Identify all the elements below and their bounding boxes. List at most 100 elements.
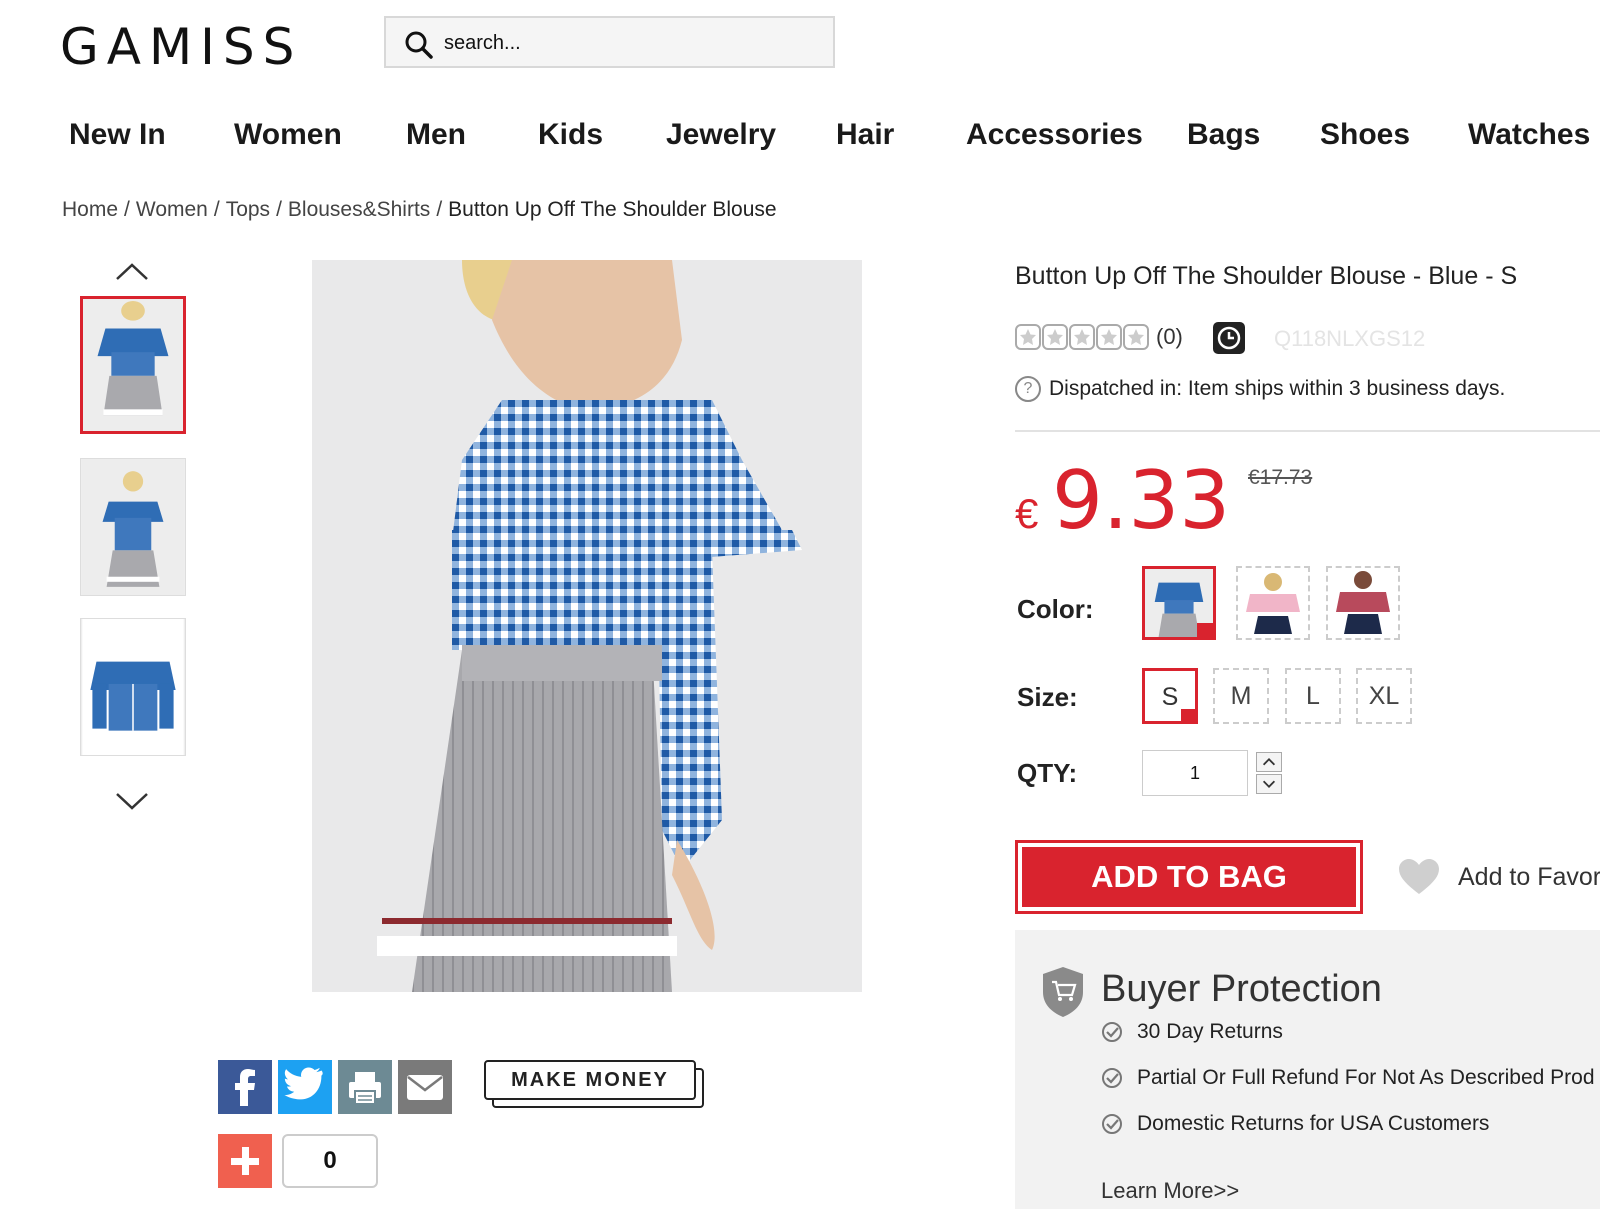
size-option-l[interactable]: L	[1285, 668, 1341, 724]
size-option-label: XL	[1368, 682, 1400, 710]
breadcrumb-separator: /	[276, 198, 282, 221]
breadcrumb-current: Button Up Off The Shoulder Blouse	[448, 198, 777, 221]
thumbnail-image	[82, 459, 184, 595]
add-to-favorites-button[interactable]: Add to Favori	[1398, 858, 1600, 896]
heart-icon	[1399, 859, 1439, 894]
breadcrumb-women[interactable]: Women	[136, 198, 208, 221]
twitter-share-button[interactable]	[278, 1060, 332, 1114]
protection-item-label: Partial Or Full Refund For Not As Descri…	[1137, 1066, 1595, 1089]
color-option-pink[interactable]	[1236, 566, 1310, 640]
product-sku: Q118NLXGS12	[1274, 326, 1426, 351]
nav-item-women[interactable]: Women	[234, 118, 342, 152]
color-option-blue[interactable]	[1142, 566, 1216, 640]
color-swatch-image	[1328, 568, 1398, 638]
nav-item-jewelry[interactable]: Jewelry	[666, 118, 776, 152]
help-icon[interactable]: ?	[1015, 376, 1041, 402]
breadcrumb-tops[interactable]: Tops	[226, 198, 270, 221]
breadcrumb-home[interactable]: Home	[62, 198, 118, 221]
print-icon	[349, 1072, 381, 1105]
email-icon	[407, 1075, 443, 1100]
breadcrumb-blouses-shirts[interactable]: Blouses&Shirts	[288, 198, 430, 221]
thumbnail-image	[82, 619, 184, 755]
breadcrumb-separator: /	[124, 198, 130, 221]
divider	[1015, 430, 1600, 432]
nav-item-accessories[interactable]: Accessories	[966, 118, 1143, 152]
nav-item-kids[interactable]: Kids	[538, 118, 603, 152]
learn-more-link[interactable]: Learn More>>	[1101, 1178, 1239, 1204]
color-swatch-image	[1238, 568, 1308, 638]
product-title: Button Up Off The Shoulder Blouse - Blue…	[1015, 262, 1518, 290]
email-share-button[interactable]	[398, 1060, 452, 1114]
breadcrumb: Home / Women / Tops / Blouses&Shirts / Button Up…	[62, 198, 777, 222]
breadcrumb-separator: /	[213, 198, 220, 221]
facebook-share-button[interactable]	[218, 1060, 272, 1114]
price-currency: €	[1015, 490, 1039, 537]
make-money-button[interactable]: MAKE MONEY	[484, 1060, 704, 1110]
check-circle-icon	[1102, 1068, 1122, 1088]
check-circle-icon	[1102, 1022, 1122, 1042]
make-money-label: MAKE MONEY	[484, 1060, 696, 1100]
dispatch-info: ? Dispatched in: Item ships within 3 bus…	[1015, 376, 1505, 402]
clock-icon	[1213, 322, 1245, 354]
plus-icon	[231, 1147, 259, 1175]
buyer-protection-panel: Buyer Protection 30 Day Returns Partial …	[1015, 930, 1600, 1209]
qty-increase-button[interactable]	[1256, 752, 1282, 772]
protection-item: Domestic Returns for USA Customers	[1101, 1112, 1489, 1136]
sale-price: 9.33	[1052, 454, 1231, 547]
thumb-up-arrow-icon[interactable]	[114, 260, 150, 282]
search-bar[interactable]	[384, 16, 835, 68]
size-option-label: L	[1306, 682, 1320, 710]
facebook-icon	[235, 1069, 255, 1106]
product-photo	[312, 260, 862, 992]
protection-item: 30 Day Returns	[1101, 1020, 1283, 1044]
add-to-favorites-label: Add to Favori	[1458, 862, 1600, 891]
chevron-up-icon	[1262, 758, 1276, 766]
protection-item: Partial Or Full Refund For Not As Descri…	[1101, 1066, 1595, 1090]
add-to-bag-button[interactable]: ADD TO BAG	[1015, 840, 1363, 914]
add-to-bag-label: ADD TO BAG	[1022, 847, 1356, 907]
thumbnail-1[interactable]	[80, 296, 186, 434]
color-option-red[interactable]	[1326, 566, 1400, 640]
rating-count[interactable]: (0)	[1156, 324, 1183, 350]
thumbnail-image	[83, 299, 183, 431]
nav-item-new-in[interactable]: New In	[69, 118, 166, 152]
dispatch-text: Dispatched in: Item ships within 3 busin…	[1049, 377, 1506, 400]
nav-item-bags[interactable]: Bags	[1187, 118, 1260, 152]
qty-input[interactable]	[1142, 750, 1248, 796]
check-circle-icon	[1102, 1114, 1122, 1134]
qty-decrease-button[interactable]	[1256, 774, 1282, 794]
star-icon	[1123, 324, 1149, 350]
nav-item-watches[interactable]: Watches	[1468, 118, 1590, 152]
rating-stars[interactable]	[1015, 324, 1150, 350]
size-option-label: M	[1230, 682, 1252, 710]
size-option-m[interactable]: M	[1213, 668, 1269, 724]
shield-cart-icon	[1043, 967, 1083, 1017]
nav-item-men[interactable]: Men	[406, 118, 466, 152]
nav-item-hair[interactable]: Hair	[836, 118, 894, 152]
nav-item-shoes[interactable]: Shoes	[1320, 118, 1410, 152]
star-icon	[1069, 324, 1095, 350]
search-icon[interactable]	[404, 30, 434, 60]
thumb-down-arrow-icon[interactable]	[114, 790, 150, 812]
protection-item-label: 30 Day Returns	[1137, 1020, 1283, 1043]
plus-share-button[interactable]	[218, 1134, 272, 1188]
print-button[interactable]	[338, 1060, 392, 1114]
thumbnail-2[interactable]	[80, 458, 186, 596]
chevron-down-icon	[1262, 780, 1276, 788]
size-option-xl[interactable]: XL	[1356, 668, 1412, 724]
thumbnail-3[interactable]	[80, 618, 186, 756]
share-count: 0	[282, 1134, 378, 1188]
selected-check-icon	[1181, 709, 1195, 721]
star-icon	[1096, 324, 1122, 350]
main-product-image[interactable]	[312, 260, 862, 992]
size-option-s[interactable]: S	[1142, 668, 1198, 724]
search-input[interactable]	[444, 26, 814, 60]
star-icon	[1015, 324, 1041, 350]
main-nav: New In Women Men Kids Jewelry Hair Acces…	[0, 118, 1600, 168]
twitter-icon	[284, 1067, 323, 1100]
protection-item-label: Domestic Returns for USA Customers	[1137, 1112, 1490, 1135]
star-icon	[1042, 324, 1068, 350]
original-price: €17.73	[1248, 466, 1313, 489]
selected-check-icon	[1197, 623, 1213, 637]
logo[interactable]: GAMISS	[60, 18, 302, 76]
